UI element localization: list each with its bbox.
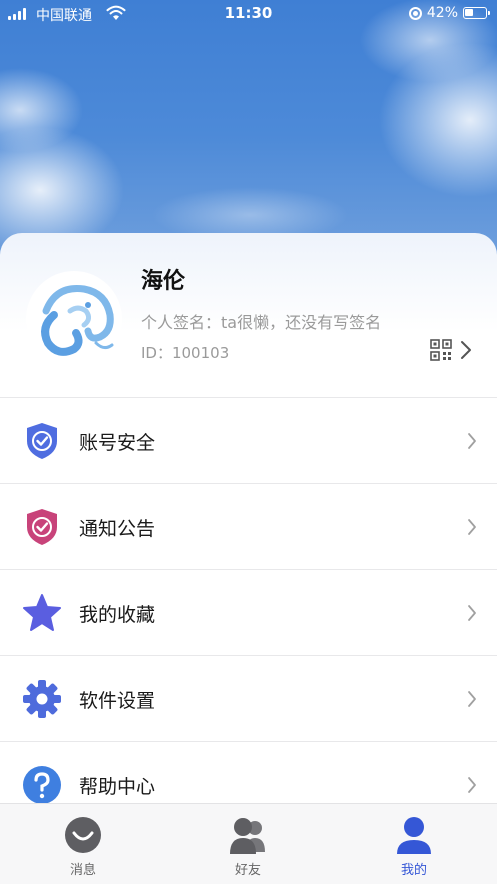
menu-item-account-security[interactable]: 账号安全 — [0, 397, 497, 483]
tab-label: 好友 — [234, 863, 261, 878]
tab-me[interactable]: 我的 — [354, 804, 474, 884]
menu-item-notices[interactable]: 通知公告 — [0, 483, 497, 569]
chevron-right-icon — [468, 519, 476, 535]
menu-item-favorites[interactable]: 我的收藏 — [0, 569, 497, 655]
tab-messages[interactable]: 消息 — [23, 804, 143, 884]
help-icon — [23, 766, 61, 804]
notice-shield-icon — [27, 509, 57, 545]
elephant-logo-icon — [27, 272, 121, 366]
menu-item-label: 我的收藏 — [79, 604, 156, 626]
menu-item-label: 账号安全 — [79, 432, 156, 454]
tab-label: 消息 — [69, 863, 96, 878]
battery-icon — [463, 7, 490, 19]
me-icon — [397, 817, 431, 854]
tab-friends[interactable]: 好友 — [188, 804, 308, 884]
tab-label: 我的 — [400, 863, 427, 878]
menu-item-label: 帮助中心 — [79, 776, 156, 798]
chat-bubble-icon — [65, 817, 101, 853]
chevron-right-icon — [468, 691, 476, 707]
battery-percent: 42% — [426, 5, 458, 21]
tab-bar: 消息 好友 我的 — [0, 803, 497, 884]
qr-code-icon[interactable] — [430, 339, 452, 361]
username: 海伦 — [141, 269, 186, 294]
menu-item-settings[interactable]: 软件设置 — [0, 655, 497, 741]
chevron-right-icon[interactable] — [459, 339, 473, 361]
profile-card[interactable]: 海伦 个人签名：ta很懒，还没有写签名 ID：100103 — [0, 233, 497, 398]
menu-item-label: 通知公告 — [79, 518, 156, 540]
friends-icon — [230, 818, 265, 854]
chevron-right-icon — [468, 605, 476, 621]
settings-menu: 账号安全 通知公告 我的收藏 软件设置 帮助中心 — [0, 397, 497, 827]
user-id: ID：100103 — [141, 344, 230, 362]
menu-item-label: 软件设置 — [79, 690, 156, 712]
status-bar: 中国联通 11:30 42% — [0, 0, 497, 28]
gear-icon — [23, 680, 61, 718]
avatar[interactable] — [26, 271, 122, 367]
chevron-right-icon — [468, 777, 476, 793]
orientation-lock-icon — [408, 6, 422, 20]
star-icon — [23, 594, 61, 631]
shield-check-icon — [27, 423, 57, 459]
chevron-right-icon — [468, 433, 476, 449]
signature: 个人签名：ta很懒，还没有写签名 — [141, 313, 382, 332]
